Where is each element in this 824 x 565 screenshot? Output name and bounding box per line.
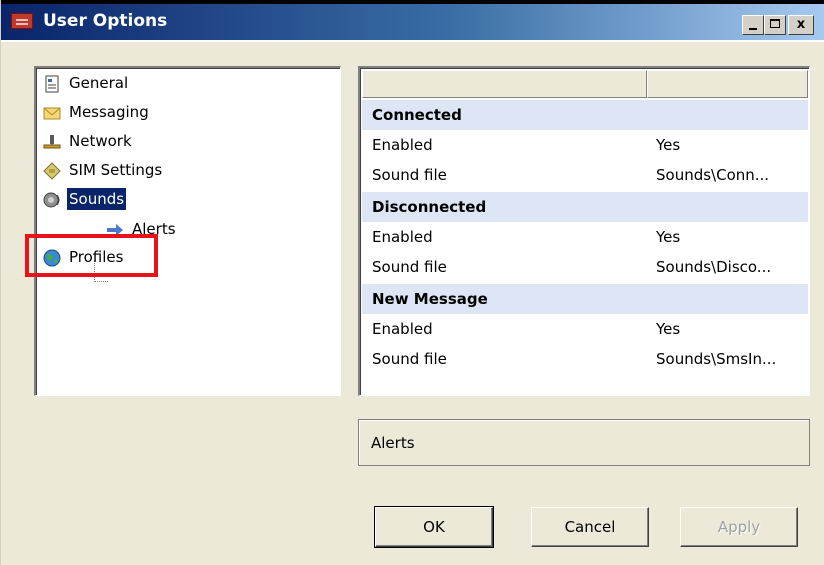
cancel-button[interactable]: Cancel: [531, 507, 649, 547]
maximize-icon: [770, 19, 780, 28]
speaker-icon: [43, 192, 60, 208]
property-name: Enabled: [372, 320, 433, 338]
envelope-icon: [43, 107, 61, 120]
table-row[interactable]: Enabled Yes: [362, 222, 808, 252]
user-options-window: User Options x General Messaging Network…: [0, 0, 824, 565]
sim-card-icon: [43, 162, 61, 180]
property-name: Sound file: [372, 166, 447, 184]
apply-button[interactable]: Apply: [680, 507, 798, 547]
top-border: [1, 0, 824, 4]
table-row[interactable]: Enabled Yes: [362, 130, 808, 160]
table-row[interactable]: Enabled Yes: [362, 314, 808, 344]
category-label: Connected: [372, 106, 462, 124]
title-bar[interactable]: User Options x: [1, 0, 824, 42]
maximize-button[interactable]: [764, 15, 786, 35]
property-value: Sounds\Disco...: [656, 258, 772, 276]
description-text: Alerts: [371, 434, 415, 452]
properties-grid[interactable]: Connected Enabled Yes Sound file Sounds\…: [358, 66, 810, 396]
close-icon: x: [796, 17, 806, 32]
table-row[interactable]: Sound file Sounds\SmsIn...: [362, 344, 808, 374]
property-value: Yes: [656, 136, 681, 154]
description-panel: Alerts: [358, 419, 810, 466]
document-icon: [45, 75, 59, 93]
category-row[interactable]: Disconnected: [362, 192, 808, 222]
network-icon: [43, 135, 61, 149]
property-name: Enabled: [372, 228, 433, 246]
table-row[interactable]: Sound file Sounds\Disco...: [362, 252, 808, 282]
options-tree[interactable]: General Messaging Network SIM Settings S…: [34, 66, 341, 396]
category-row[interactable]: New Message: [362, 284, 808, 314]
tree-item-label: Sounds: [67, 188, 127, 210]
category-label: New Message: [372, 290, 488, 308]
tree-item-label: General: [69, 74, 129, 92]
property-name: Sound file: [372, 350, 447, 368]
property-value: Yes: [656, 320, 681, 338]
close-button[interactable]: x: [788, 15, 814, 35]
property-name: Sound file: [372, 258, 447, 276]
property-name: Enabled: [372, 136, 433, 154]
minimize-icon: [749, 28, 757, 30]
tree-item-label: SIM Settings: [69, 161, 163, 179]
tree-connector: [94, 281, 108, 282]
annotation-highlight: [25, 234, 158, 277]
tree-item-label: Network: [69, 132, 132, 150]
window-title: User Options: [43, 11, 168, 31]
minimize-button[interactable]: [742, 15, 764, 35]
property-value: Sounds\Conn...: [656, 166, 770, 184]
app-icon[interactable]: [11, 13, 33, 29]
grid-header: [362, 70, 808, 98]
property-value: Yes: [656, 228, 681, 246]
category-row[interactable]: Connected: [362, 100, 808, 130]
category-label: Disconnected: [372, 198, 487, 216]
tree-item-label: Messaging: [69, 103, 149, 121]
property-value: Sounds\SmsIn...: [656, 350, 777, 368]
table-row[interactable]: Sound file Sounds\Conn...: [362, 160, 808, 190]
ok-button[interactable]: OK: [374, 506, 494, 548]
column-header-value[interactable]: [647, 70, 808, 98]
column-header-name[interactable]: [362, 70, 647, 98]
